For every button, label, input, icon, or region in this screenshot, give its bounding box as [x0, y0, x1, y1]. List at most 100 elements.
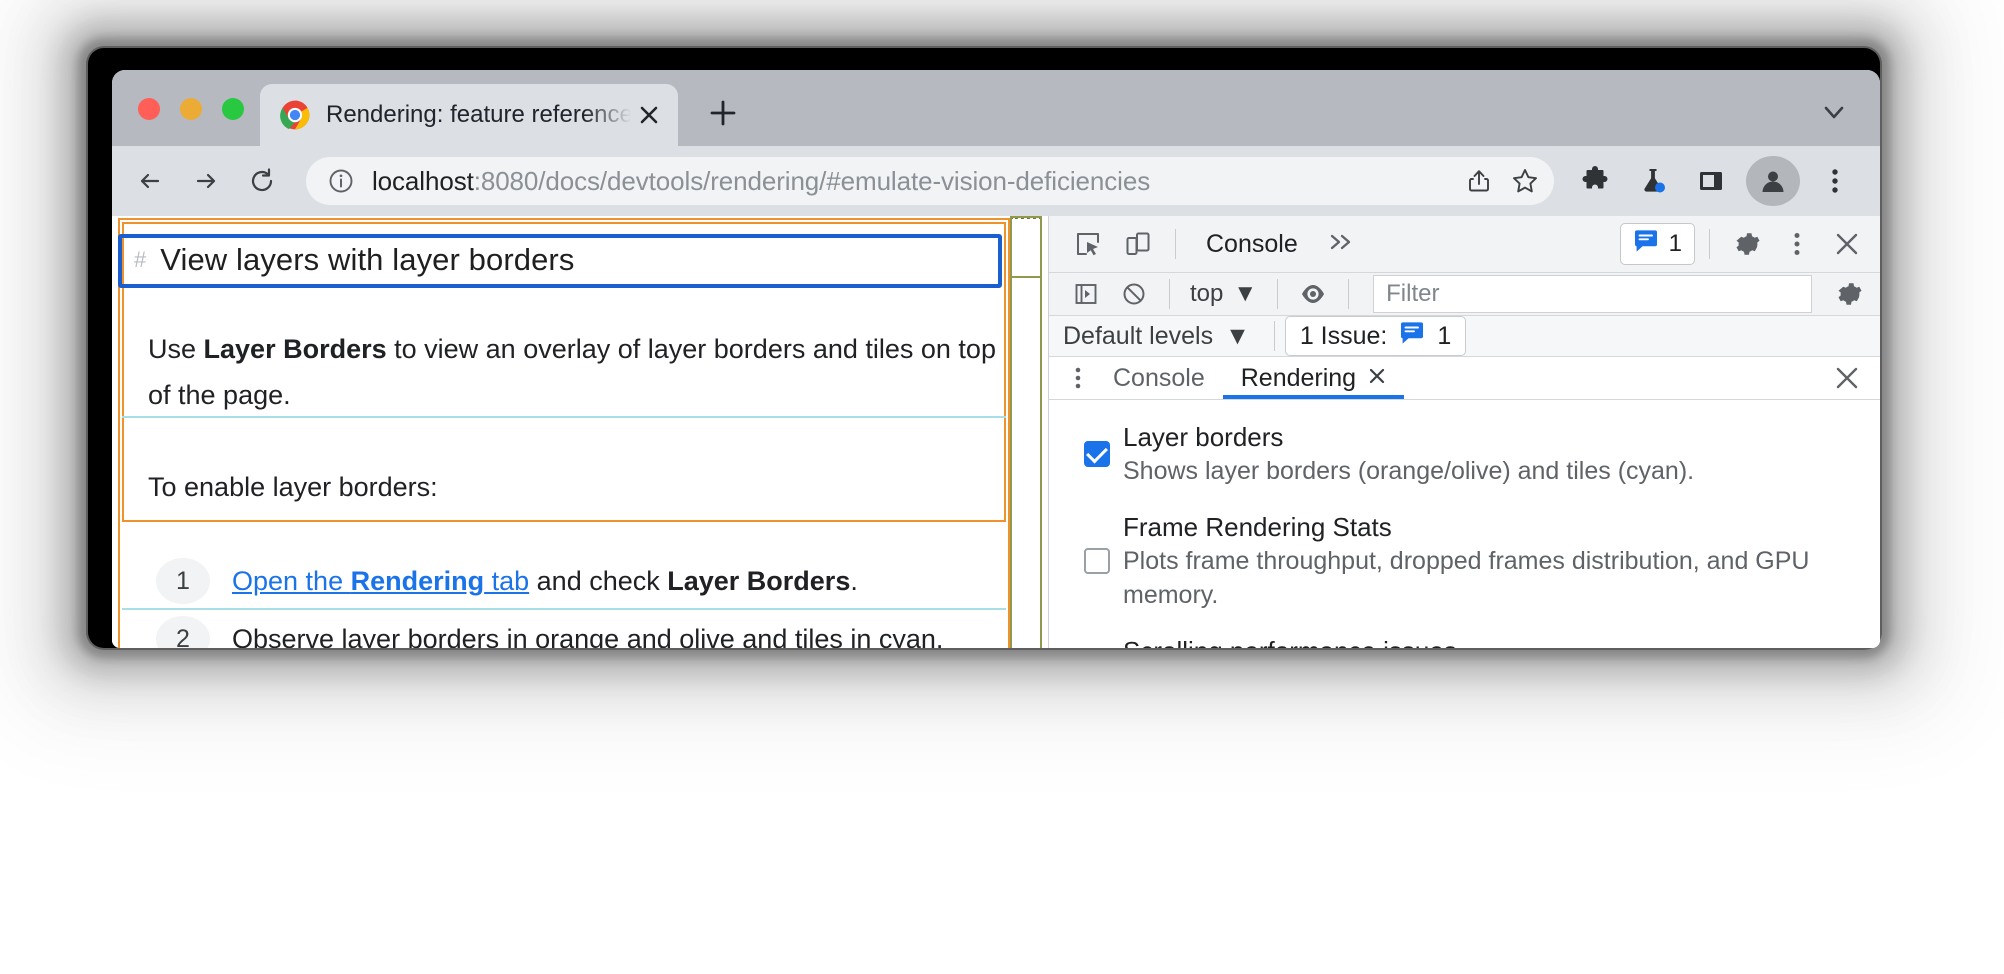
divider — [1277, 279, 1279, 309]
drawer-tab-rendering[interactable]: Rendering — [1222, 357, 1405, 399]
enable-paragraph: To enable layer borders: — [148, 472, 438, 502]
eye-icon[interactable] — [1290, 273, 1336, 315]
option-description: Plots frame throughput, dropped frames d… — [1123, 547, 1810, 609]
console-levels-toolbar: Default levels ▼ 1 Issue: 1 — [1049, 316, 1880, 357]
console-sidebar-icon[interactable] — [1063, 273, 1109, 315]
chrome-logo-icon — [280, 100, 310, 130]
puzzle-icon[interactable] — [1568, 154, 1622, 208]
console-filter-placeholder: Filter — [1386, 280, 1440, 307]
window-controls — [138, 98, 244, 120]
avatar[interactable] — [1746, 156, 1800, 206]
intro-paragraph: Use Layer Borders to view an overlay of … — [148, 326, 1004, 418]
console-context-selector[interactable]: top ▼ — [1182, 274, 1265, 314]
gear-icon[interactable] — [1724, 223, 1770, 265]
reload-button[interactable] — [236, 155, 288, 207]
console-context-value: top — [1190, 280, 1224, 307]
step-number: 1 — [156, 558, 210, 604]
drawer-spacer — [1404, 357, 1824, 399]
console-filter-input[interactable]: Filter — [1373, 275, 1812, 313]
browser-body: # View layers with layer borders Use Lay… — [112, 216, 1880, 648]
option-description: Shows layer borders (orange/olive) and t… — [1123, 457, 1695, 485]
tab-strip: Rendering: feature reference - — [112, 70, 1880, 146]
step-text: Observe layer borders in orange and oliv… — [232, 623, 944, 649]
link-post: tab — [484, 565, 530, 596]
rendering-option-layer-borders[interactable]: Layer borders Shows layer borders (orang… — [1071, 420, 1858, 488]
drawer-close-icon[interactable] — [1824, 357, 1870, 399]
flask-icon[interactable] — [1626, 154, 1680, 208]
clear-console-icon[interactable] — [1111, 273, 1157, 315]
list-item: 2 Observe layer borders in orange and ol… — [156, 610, 1012, 648]
tab-close-icon[interactable] — [634, 100, 664, 130]
info-circle-icon[interactable] — [326, 168, 356, 194]
devtools-topbar: Console 1 — [1049, 216, 1880, 273]
device-toggle-icon[interactable] — [1115, 223, 1161, 265]
section-heading: # View layers with layer borders — [120, 232, 1000, 288]
drawer-menu-icon[interactable] — [1061, 357, 1095, 399]
divider — [1175, 229, 1176, 259]
inspect-cursor-icon[interactable] — [1065, 223, 1111, 265]
intro-bold: Layer Borders — [203, 334, 387, 364]
share-icon[interactable] — [1456, 158, 1502, 204]
console-filter-toolbar: top ▼ Filter — [1049, 273, 1880, 316]
issue-bubble-icon — [1633, 229, 1659, 260]
star-icon[interactable] — [1502, 158, 1548, 204]
issues-badge-button[interactable]: 1 — [1619, 223, 1695, 265]
three-dot-menu-icon[interactable] — [1808, 154, 1862, 208]
drawer-tab-label: Console — [1113, 363, 1205, 392]
drawer-tab-close-icon[interactable] — [1368, 364, 1386, 392]
divider — [1709, 229, 1710, 259]
link-bold: Rendering — [350, 565, 485, 596]
devtools-active-panel-tab[interactable]: Console — [1190, 216, 1314, 272]
rendering-option-scrolling-performance-issues[interactable]: Scrolling performance issues Highlights … — [1071, 634, 1858, 648]
layer-borders-checkbox[interactable] — [1084, 441, 1110, 467]
three-dot-menu-icon[interactable] — [1774, 223, 1820, 265]
step-number: 2 — [156, 616, 210, 648]
steps-list: 1 Open the Rendering tab and check Layer… — [156, 552, 1012, 648]
drawer-tab-bar: Console Rendering — [1049, 357, 1880, 400]
devtools-close-icon[interactable] — [1824, 223, 1870, 265]
page-viewport: # View layers with layer borders Use Lay… — [112, 216, 1048, 648]
divider — [1273, 321, 1275, 351]
side-panel-icon[interactable] — [1684, 154, 1738, 208]
forward-button[interactable] — [180, 155, 232, 207]
step-after: and check — [529, 565, 668, 596]
option-title: Frame Rendering Stats — [1123, 512, 1392, 542]
double-chevron-right-icon[interactable] — [1318, 230, 1364, 259]
console-issues-button[interactable]: 1 Issue: 1 — [1284, 316, 1467, 356]
chevron-down-icon: ▼ — [1225, 321, 1250, 350]
drawer-tab-label: Rendering — [1240, 363, 1357, 392]
back-button[interactable] — [124, 155, 176, 207]
step-text: Open the Rendering tab and check Layer B… — [232, 566, 858, 597]
console-levels-value: Default levels — [1063, 321, 1214, 350]
drawer-tab-console[interactable]: Console — [1095, 357, 1223, 399]
window-maximize-button[interactable] — [222, 98, 244, 120]
list-item: 1 Open the Rendering tab and check Layer… — [156, 552, 1012, 610]
option-title: Scrolling performance issues — [1123, 634, 1858, 648]
rendering-option-frame-rendering-stats[interactable]: Frame Rendering Stats Plots frame throug… — [1071, 510, 1858, 612]
new-tab-button[interactable] — [702, 92, 744, 134]
anchor-link-icon[interactable]: # — [134, 247, 146, 273]
divider — [1348, 279, 1350, 309]
console-settings-gear-icon[interactable] — [1826, 273, 1872, 315]
browser-window: Rendering: feature reference - localhost… — [112, 70, 1880, 648]
chevron-down-icon: ▼ — [1233, 280, 1258, 307]
page-title: View layers with layer borders — [160, 242, 575, 277]
step-tail: . — [850, 565, 858, 596]
divider — [1169, 279, 1170, 309]
frame-rendering-stats-checkbox[interactable] — [1084, 548, 1110, 574]
browser-tab[interactable]: Rendering: feature reference - — [260, 84, 678, 146]
screenshot-root: Rendering: feature reference - localhost… — [0, 0, 2004, 974]
address-bar[interactable]: localhost:8080/docs/devtools/rendering/#… — [306, 157, 1554, 205]
address-bar-url: localhost:8080/docs/devtools/rendering/#… — [372, 166, 1456, 197]
console-issues-count: 1 — [1437, 321, 1452, 350]
window-minimize-button[interactable] — [180, 98, 202, 120]
option-text: Frame Rendering Stats Plots frame throug… — [1123, 510, 1858, 612]
console-levels-selector[interactable]: Default levels ▼ — [1063, 322, 1264, 351]
window-close-button[interactable] — [138, 98, 160, 120]
checkbox-wrapper — [1071, 548, 1123, 574]
rendering-tab-link[interactable]: Open the Rendering tab — [232, 566, 529, 596]
devtools-panel: Console 1 top ▼ Filter Default levels ▼ … — [1048, 216, 1880, 648]
chevron-down-icon[interactable] — [1814, 92, 1854, 132]
option-text: Scrolling performance issues Highlights … — [1123, 634, 1858, 648]
issue-bubble-icon — [1399, 321, 1425, 352]
